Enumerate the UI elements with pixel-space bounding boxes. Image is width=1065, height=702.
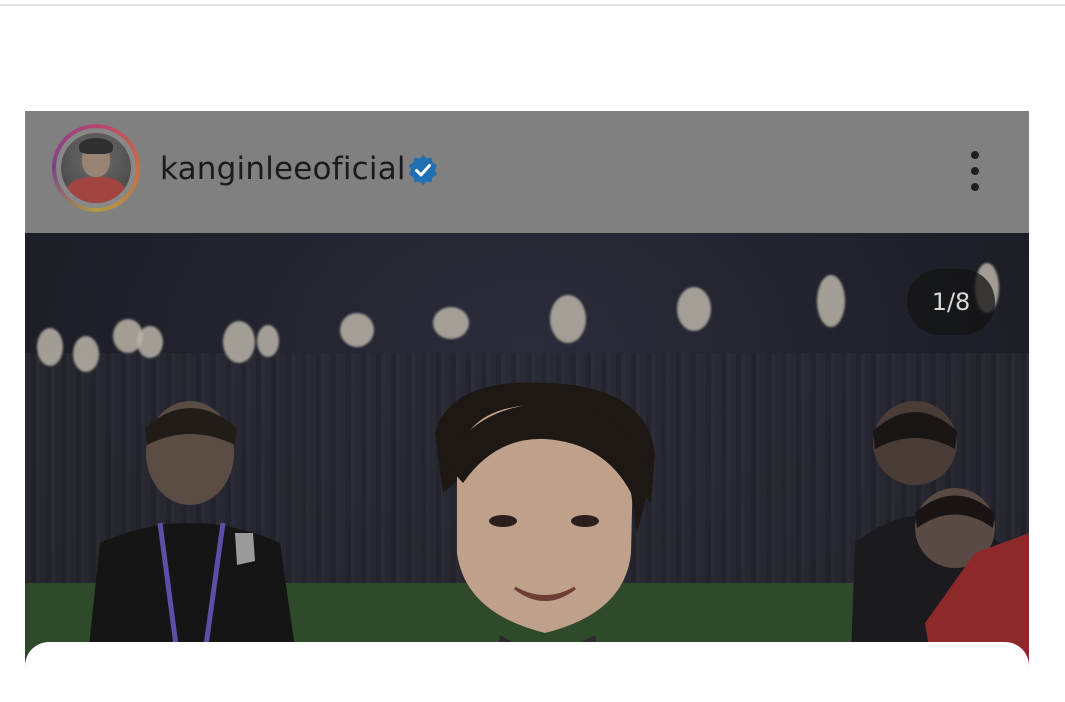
top-divider [0,4,1065,6]
main-player [435,382,655,671]
story-ring[interactable] [52,124,140,212]
post-photo[interactable]: 1/8 [25,233,1029,671]
avatar[interactable] [61,133,131,203]
image-counter: 1/8 [907,269,995,335]
verified-badge-icon [409,155,437,185]
post-card: kanginleeoficial 1/8 [25,111,1029,671]
more-vertical-icon[interactable] [960,147,990,195]
post-header: kanginleeoficial [25,111,1029,233]
background-person-left [86,401,299,671]
background-person-right [850,401,1029,671]
username-link[interactable]: kanginleeoficial [160,151,406,187]
bottom-sheet[interactable] [25,642,1029,702]
